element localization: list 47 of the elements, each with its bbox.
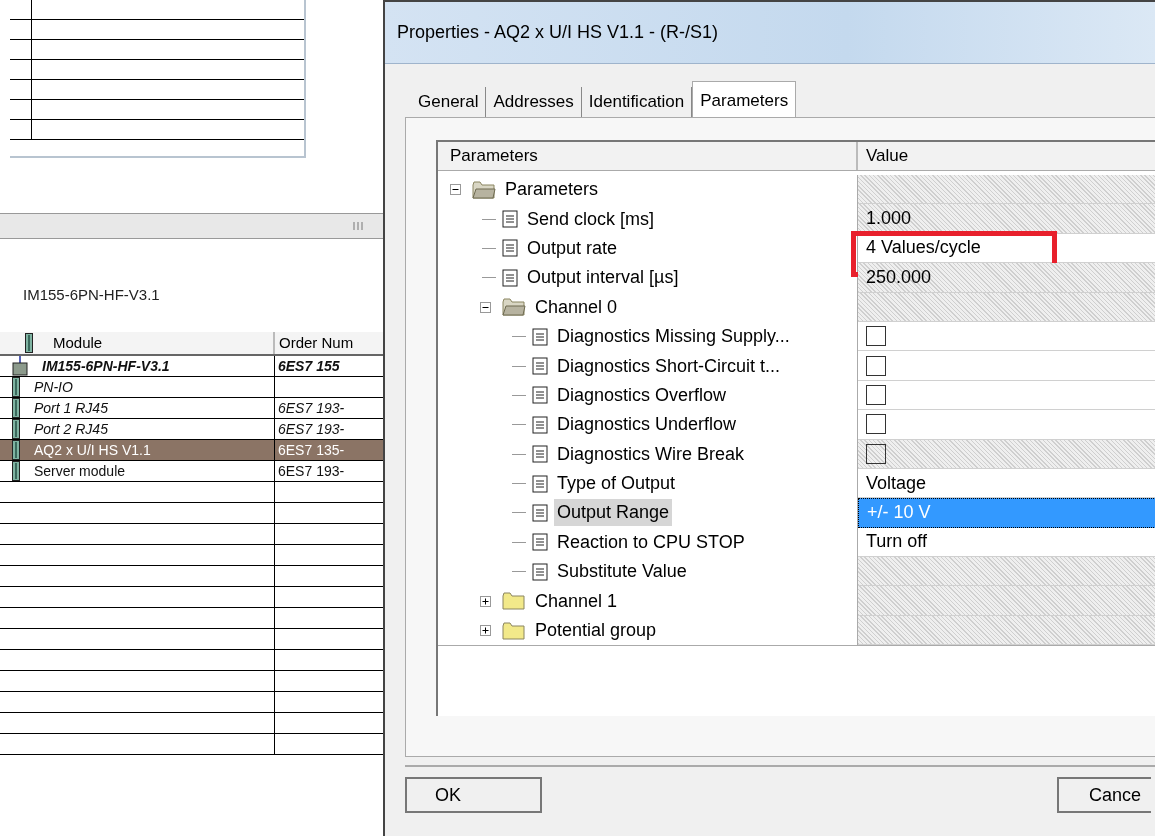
module-name: AQ2 x U/I HS V1.1 [34,440,151,460]
order-number: 6ES7 193- [278,419,345,439]
folder-icon [502,298,526,317]
module-name: Server module [34,461,126,481]
module-row[interactable]: IM155-6PN-HF-V3.1 6ES7 155 [0,356,383,377]
value-cell: 1.000 [858,204,1155,234]
module-row[interactable]: AQ2 x U/I HS V1.1 6ES7 135- [0,440,383,461]
document-icon [532,504,548,522]
document-icon [532,445,548,464]
module-row[interactable]: Port 1 RJ45 6ES7 193- [0,398,383,419]
document-icon [532,327,548,346]
document-icon [532,533,548,552]
rack-icon [12,356,28,376]
column-header[interactable]: Value [858,142,1155,170]
module-icon [25,333,33,353]
folder-icon [502,621,526,640]
module-row[interactable]: PN-IO [0,377,383,398]
dialog-button[interactable]: OK [405,777,542,813]
folder-icon [502,592,526,611]
scrollbar[interactable] [0,213,383,239]
module-row[interactable]: Server module 6ES7 193- [0,461,383,482]
order-number: 6ES7 193- [278,398,345,418]
order-number: 6ES7 155 [278,356,340,376]
window-title: Properties - AQ2 x U/I HS V1.1 - (R-/S1) [397,21,719,44]
document-icon [532,357,548,376]
document-icon [502,268,518,287]
module-name: Port 1 RJ45 [34,398,108,418]
column-header[interactable]: Module [0,332,275,354]
module-name: PN-IO [34,377,73,397]
value-cell: 250.000 [858,263,1155,293]
module-name: Port 2 RJ45 [34,419,108,439]
tab[interactable]: Parameters [692,81,797,117]
document-icon [532,386,548,405]
order-number: 6ES7 135- [278,440,345,460]
grip-icon [353,222,363,230]
document-icon [502,210,518,229]
document-icon [532,474,548,493]
folder-icon [472,180,496,199]
column-header[interactable]: Order Num [275,332,383,354]
document-icon [502,239,518,258]
document-icon [532,562,548,581]
device-title: IM155-6PN-HF-V3.1 [22,285,161,305]
order-number: 6ES7 193- [278,461,345,481]
dialog-button[interactable]: Cance [1057,777,1151,813]
column-header[interactable]: Parameters [438,142,858,170]
document-icon [532,415,548,434]
module-name: IM155-6PN-HF-V3.1 [42,356,170,376]
